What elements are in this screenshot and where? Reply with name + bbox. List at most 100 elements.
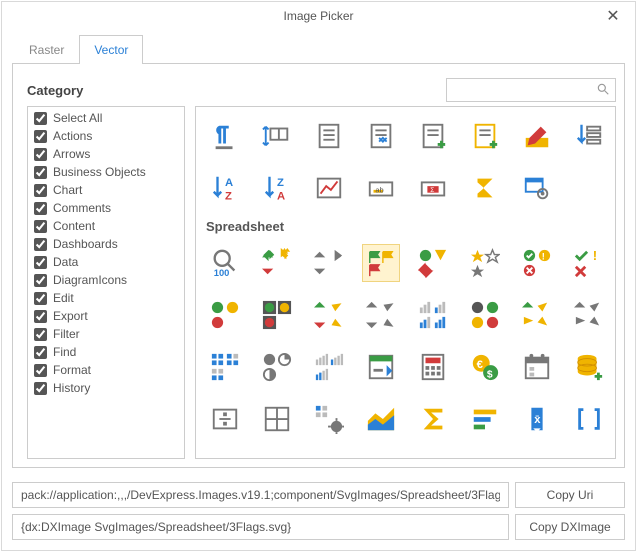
category-checkbox[interactable] [34, 328, 47, 341]
general-format-icon[interactable] [310, 400, 348, 438]
category-item[interactable]: Edit [28, 289, 184, 307]
search-input[interactable] [446, 78, 616, 102]
uri-field[interactable] [12, 482, 509, 508]
svg-text:€: € [477, 359, 484, 371]
fraction-format-icon[interactable] [206, 400, 244, 438]
category-list[interactable]: Select AllActionsArrowsBusiness Objects C… [27, 106, 185, 459]
four-arrows-gray-icon[interactable] [362, 296, 400, 334]
tab-raster[interactable]: Raster [14, 35, 79, 64]
sort-za-icon[interactable]: ZA [258, 169, 296, 207]
sum-icon[interactable] [414, 400, 452, 438]
category-item[interactable]: Business Objects [28, 163, 184, 181]
document-add-icon[interactable] [414, 117, 452, 155]
category-checkbox[interactable] [34, 346, 47, 359]
accounting-format-icon[interactable] [362, 348, 400, 386]
three-symbols-uncircled-icon[interactable]: ! [570, 244, 608, 282]
four-ratings-icon[interactable] [414, 296, 452, 334]
freeze-panes-icon[interactable] [258, 400, 296, 438]
list-gray-icon[interactable] [258, 452, 296, 459]
five-arrows-colored-icon[interactable] [518, 296, 556, 334]
expand-range-icon[interactable] [362, 117, 400, 155]
sort-az-icon[interactable]: AZ [206, 169, 244, 207]
zoom-100-icon[interactable]: 100 [206, 244, 244, 282]
four-traffic-lights-icon[interactable] [466, 296, 504, 334]
category-label-text: Data [53, 255, 78, 269]
dximage-field[interactable] [12, 514, 509, 540]
three-traffic-lights-icon[interactable] [206, 296, 244, 334]
category-item[interactable]: Find [28, 343, 184, 361]
category-checkbox[interactable] [34, 148, 47, 161]
document-add-yellow-icon[interactable] [466, 117, 504, 155]
category-item[interactable]: Data [28, 253, 184, 271]
category-checkbox[interactable] [34, 166, 47, 179]
calculator-icon[interactable] [414, 348, 452, 386]
brackets-icon[interactable] [570, 400, 608, 438]
lines-icon[interactable] [310, 452, 348, 459]
category-checkbox[interactable] [34, 220, 47, 233]
category-checkbox[interactable] [34, 364, 47, 377]
group-title-spreadsheet: Spreadsheet [206, 219, 611, 234]
category-checkbox[interactable] [34, 292, 47, 305]
function-box-icon[interactable]: Σ [414, 169, 452, 207]
copy-dximage-button[interactable]: Copy DXImage [515, 514, 625, 540]
edit-highlight-icon[interactable] [518, 117, 556, 155]
list-blue-icon[interactable] [206, 452, 244, 459]
category-item[interactable]: Select All [28, 109, 184, 127]
svg-text:A: A [225, 177, 233, 189]
category-item[interactable]: Comments [28, 199, 184, 217]
copy-uri-button[interactable]: Copy Uri [515, 482, 625, 508]
three-arrows-colored-icon[interactable] [258, 244, 296, 282]
category-item[interactable]: Format [28, 361, 184, 379]
category-label-text: Chart [53, 183, 82, 197]
category-item[interactable]: Chart [28, 181, 184, 199]
category-checkbox[interactable] [34, 130, 47, 143]
category-label-text: History [53, 381, 90, 395]
category-item[interactable]: DiagramIcons [28, 271, 184, 289]
five-boxes-icon[interactable] [206, 348, 244, 386]
text-field-icon[interactable]: ab [362, 169, 400, 207]
three-symbols-circled-icon[interactable]: ! [518, 244, 556, 282]
currency-icon[interactable]: €$ [466, 348, 504, 386]
view-icon[interactable] [518, 169, 556, 207]
three-arrows-gray-icon[interactable] [310, 244, 348, 282]
database-add-icon[interactable] [570, 348, 608, 386]
tab-vector[interactable]: Vector [79, 35, 143, 64]
icon-grid-pane[interactable]: AZ ZA ab Σ Spreadsheet 100 [195, 106, 616, 459]
three-traffic-lights-rimmed-icon[interactable] [258, 296, 296, 334]
category-item[interactable]: Arrows [28, 145, 184, 163]
category-item[interactable]: Filter [28, 325, 184, 343]
three-stars-icon[interactable] [466, 244, 504, 282]
show-paragraph-icon[interactable] [206, 117, 244, 155]
five-ratings-icon[interactable] [310, 348, 348, 386]
date-format-icon[interactable] [518, 348, 556, 386]
category-checkbox[interactable] [34, 274, 47, 287]
close-icon[interactable]: ✕ [599, 6, 627, 26]
category-checkbox[interactable] [34, 238, 47, 251]
category-item[interactable]: Export [28, 307, 184, 325]
area-chart-icon[interactable] [362, 400, 400, 438]
category-item[interactable]: Dashboards [28, 235, 184, 253]
five-quarters-icon[interactable] [258, 348, 296, 386]
sort-rows-icon[interactable] [570, 117, 608, 155]
category-checkbox[interactable] [34, 112, 47, 125]
category-item[interactable]: Actions [28, 127, 184, 145]
snap-to-cells-icon[interactable] [258, 117, 296, 155]
category-checkbox[interactable] [34, 256, 47, 269]
category-item[interactable]: History [28, 379, 184, 397]
three-signs-icon[interactable] [414, 244, 452, 282]
category-item[interactable]: Content [28, 217, 184, 235]
four-arrows-colored-icon[interactable] [310, 296, 348, 334]
sigma-icon[interactable] [466, 169, 504, 207]
category-checkbox[interactable] [34, 202, 47, 215]
three-flags-icon[interactable] [362, 244, 400, 282]
category-checkbox[interactable] [34, 310, 47, 323]
category-checkbox[interactable] [34, 184, 47, 197]
title-bar: Image Picker ✕ [2, 2, 635, 30]
line-chart-icon[interactable] [310, 169, 348, 207]
category-checkbox[interactable] [34, 382, 47, 395]
document-icon[interactable] [310, 117, 348, 155]
bars-icon[interactable] [466, 400, 504, 438]
image-picker-dialog: Image Picker ✕ Raster Vector Category Se… [1, 1, 636, 551]
five-arrows-gray-icon[interactable] [570, 296, 608, 334]
sort-column-icon[interactable]: x̄ [518, 400, 556, 438]
